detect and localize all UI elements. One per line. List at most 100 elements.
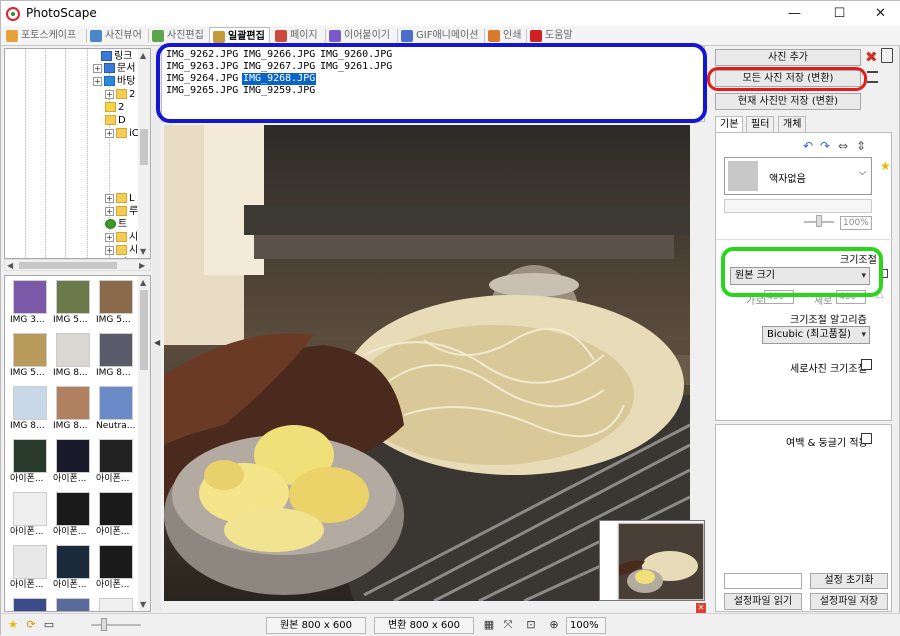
thumbnail-item[interactable]: IMG 8... <box>53 386 93 432</box>
tree-node[interactable]: + 루 <box>105 205 138 218</box>
folder-icon[interactable]: ▭ <box>42 618 56 632</box>
thumbnail-item[interactable]: 아이폰... <box>10 439 50 485</box>
subtab-object[interactable]: 개체 <box>778 116 807 133</box>
load-settings-button[interactable]: 설정파일 읽기 <box>724 593 802 610</box>
thumbnail-scrollbar[interactable]: ▲ ▼ <box>138 276 150 611</box>
zoom-icon[interactable]: ⊕ <box>547 618 561 632</box>
tree-node[interactable]: D <box>105 114 126 127</box>
thumbnail-item[interactable]: IMG 5... <box>96 280 136 326</box>
tree-node[interactable]: + L <box>105 192 135 205</box>
desktop-icon <box>104 76 115 86</box>
page-icon <box>275 30 287 42</box>
reset-settings-button[interactable]: 설정 초기화 <box>810 573 888 589</box>
thumbnail-item[interactable]: IMG 8... <box>96 333 136 379</box>
scroll-up-icon[interactable]: ▲ <box>140 278 146 288</box>
portrait-resize-checkbox[interactable] <box>861 359 872 370</box>
fit-screen-icon[interactable]: ⤧ <box>501 618 515 632</box>
tree-node[interactable]: 2 <box>105 101 124 114</box>
save-settings-button[interactable]: 설정파일 저장 <box>810 593 888 610</box>
tree-node-label: 시 <box>129 232 139 243</box>
tab-photoscape[interactable]: 포토스케이프 <box>3 27 85 45</box>
frame-selector[interactable]: 액자없음 ⌵ <box>724 157 872 195</box>
scroll-right-icon[interactable]: ▶ <box>139 261 145 271</box>
panel-splitter[interactable]: ◀ <box>152 48 161 612</box>
folder-icon <box>105 115 116 125</box>
refresh-icon[interactable]: ⟳ <box>24 618 38 632</box>
scroll-left-icon[interactable]: ◀ <box>7 261 13 271</box>
tree-hscroll-thumb[interactable] <box>19 262 117 269</box>
close-window-button[interactable]: ✕ <box>858 1 900 26</box>
thumbnail-scroll-thumb[interactable] <box>140 290 148 370</box>
thumbnail-item[interactable]: 아이폰... <box>10 545 50 591</box>
expand-plus-icon[interactable]: + <box>105 89 114 99</box>
expand-plus-icon[interactable]: + <box>93 76 102 86</box>
thumbnail-item[interactable]: IMG 8... <box>53 333 93 379</box>
thumbnail-item[interactable]: Neutra... <box>96 386 136 432</box>
close-navigator-icon[interactable]: ✕ <box>696 603 706 613</box>
add-photo-button[interactable]: 사진 추가 <box>715 49 861 66</box>
thumbnail-item[interactable]: 아이폰... <box>53 439 93 485</box>
tree-node[interactable]: +2 <box>105 88 135 101</box>
rotate-right-icon[interactable]: ↷ <box>820 139 830 153</box>
expand-plus-icon[interactable]: + <box>93 63 102 73</box>
thumbnail-item[interactable]: 아이폰... <box>53 545 93 591</box>
opacity-slider-handle[interactable] <box>816 215 822 227</box>
favorite-star-icon[interactable]: ★ <box>6 618 20 632</box>
scroll-up-icon[interactable]: ▲ <box>140 51 146 61</box>
thumbnail-item[interactable]: 아이폰... <box>96 545 136 591</box>
thumbnail-size-handle[interactable] <box>101 618 107 631</box>
tree-node[interactable]: + 문서 <box>93 62 135 75</box>
tree-node[interactable]: + 시 <box>105 231 138 244</box>
scroll-down-icon[interactable]: ▼ <box>140 600 146 610</box>
tree-node[interactable]: + 시 <box>105 244 138 257</box>
scroll-down-icon[interactable]: ▼ <box>140 247 146 257</box>
thumbnail-item[interactable]: 아이폰... <box>96 439 136 485</box>
tab-viewer[interactable]: 사진뷰어 <box>87 27 147 45</box>
thumbnail-item[interactable]: 아이폰... <box>10 492 50 538</box>
menu-icon[interactable] <box>867 71 878 83</box>
expand-plus-icon[interactable]: + <box>105 245 114 255</box>
opacity-value[interactable]: 100% <box>840 216 872 230</box>
tree-node[interactable]: + 바탕 : <box>93 75 142 88</box>
trash-icon[interactable] <box>881 48 893 63</box>
algorithm-select[interactable]: Bicubic (최고품질) ▾ <box>762 326 870 344</box>
checker-icon[interactable]: ▦ <box>482 618 496 632</box>
rotate-left-icon[interactable]: ↶ <box>803 139 813 153</box>
gif-icon <box>401 30 413 42</box>
tree-node[interactable]: + iC <box>105 127 139 140</box>
expand-plus-icon[interactable]: + <box>105 206 114 216</box>
maximize-button[interactable]: ☐ <box>817 1 862 26</box>
navigator-preview[interactable] <box>599 520 705 601</box>
thumbnail-image <box>13 439 47 473</box>
save-current-photo-button[interactable]: 현재 사진만 저장 (변환) <box>715 93 861 110</box>
delete-x-icon[interactable]: ✖ <box>865 49 878 65</box>
thumbnail-item[interactable]: 아이폰... <box>53 492 93 538</box>
thumbnail-item[interactable]: IMG 5... <box>53 280 93 326</box>
tree-horizontal-scrollbar[interactable]: ◀ ▶ <box>4 259 151 271</box>
expand-plus-icon[interactable]: + <box>105 193 114 203</box>
thumbnail-item[interactable]: IMG 8... <box>10 386 50 432</box>
actual-size-icon[interactable]: ⊡ <box>524 618 538 632</box>
margin-round-checkbox[interactable] <box>861 433 872 444</box>
flip-horizontal-icon[interactable]: ⇔ <box>838 139 848 153</box>
tree-node[interactable]: 트 <box>105 218 127 231</box>
folder-tree[interactable]: 링크+문서+바탕 :+22D+iC+L+루트+시+시시 ▲ ▼ <box>4 48 151 259</box>
star-icon[interactable]: ★ <box>880 159 891 173</box>
expand-plus-icon[interactable]: + <box>105 232 114 242</box>
preset-name-input[interactable] <box>724 573 802 589</box>
thumbnail-item[interactable] <box>96 598 136 611</box>
expand-plus-icon[interactable]: + <box>105 128 114 138</box>
minimize-button[interactable]: — <box>772 1 817 26</box>
thumbnail-item[interactable]: 아이폰... <box>96 492 136 538</box>
flip-vertical-icon[interactable]: ⇕ <box>856 139 866 153</box>
thumbnail-item[interactable] <box>10 598 50 611</box>
thumbnail-item[interactable]: IMG 5... <box>10 333 50 379</box>
thumbnail-item[interactable]: IMG 3... <box>10 280 50 326</box>
collapse-arrow-icon[interactable]: ◀ <box>154 338 160 347</box>
tree-vertical-scrollbar[interactable]: ▲ ▼ <box>138 49 150 258</box>
subtab-filter[interactable]: 필터 <box>746 116 775 133</box>
star-folder-icon <box>105 102 116 112</box>
tree-scroll-thumb[interactable] <box>140 129 148 165</box>
thumbnail-size-slider[interactable] <box>91 624 141 626</box>
thumbnail-item[interactable] <box>53 598 93 611</box>
